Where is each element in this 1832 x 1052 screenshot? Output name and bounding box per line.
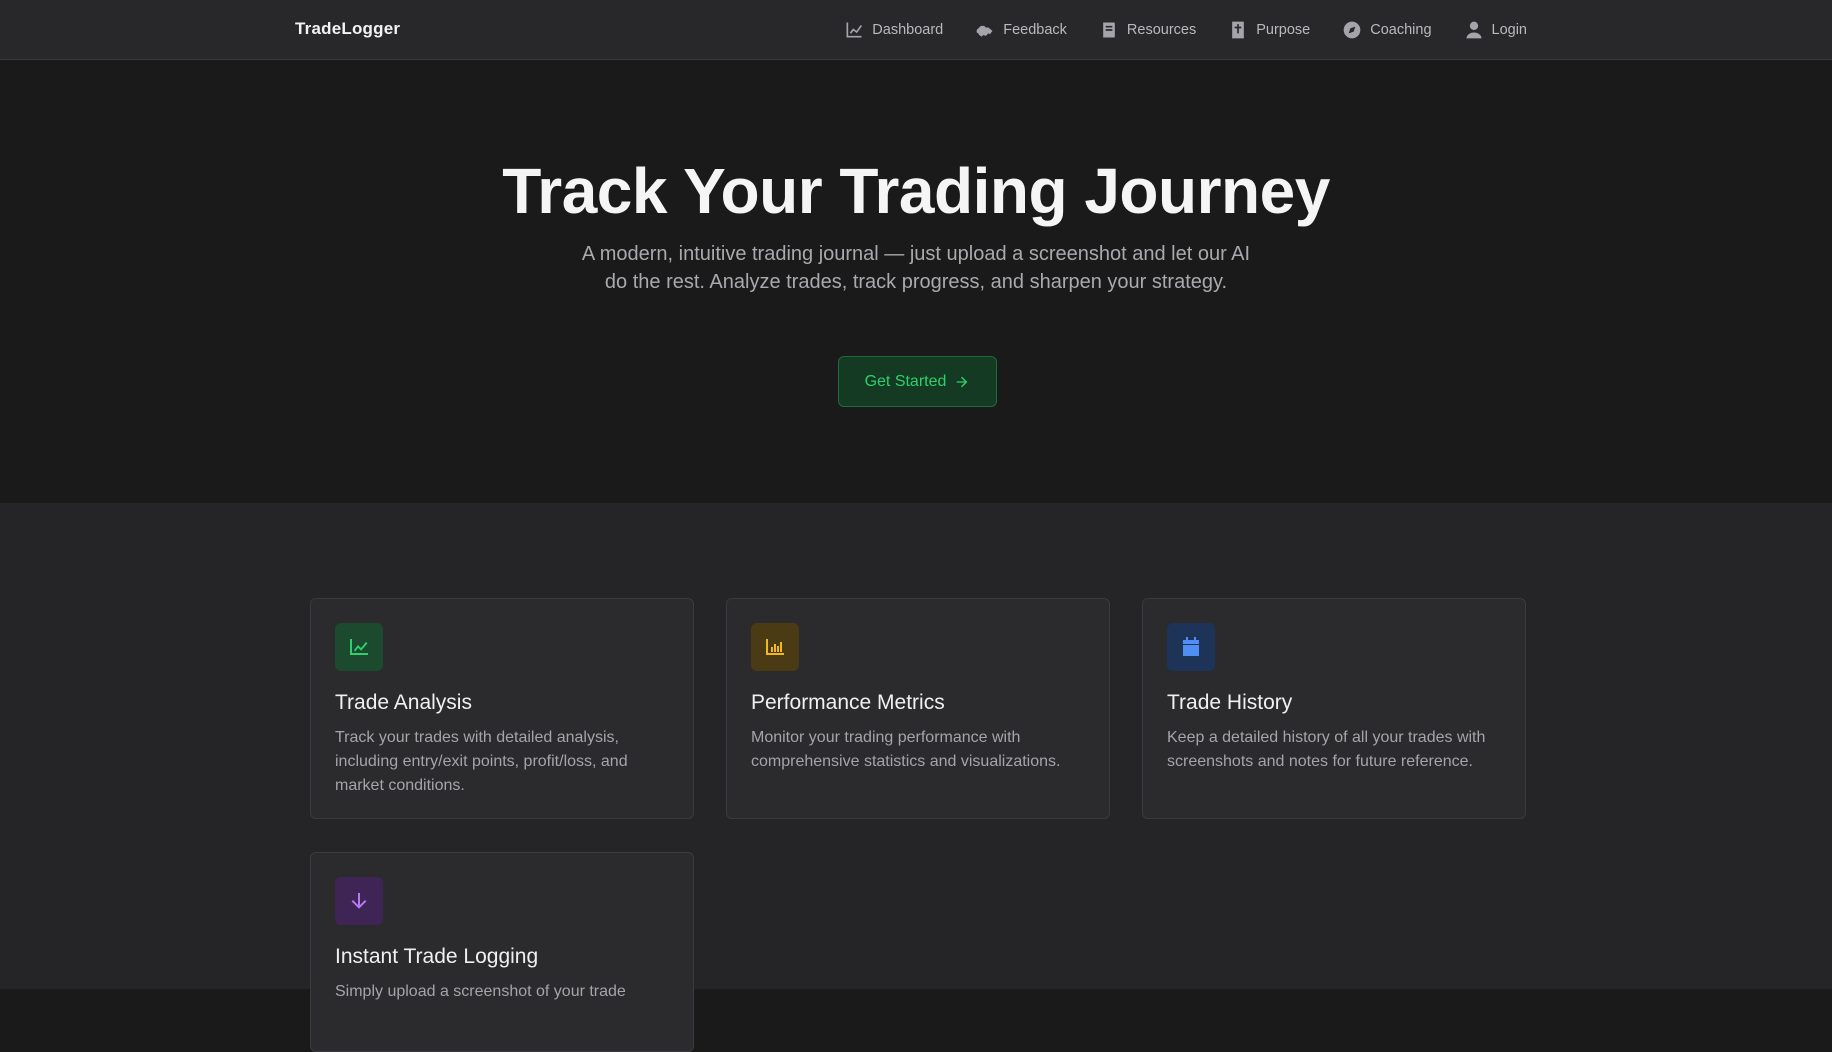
feature-card-trade-analysis: Trade Analysis Track your trades with de… [310,598,694,819]
brand-logo[interactable]: TradeLogger [295,19,400,39]
feature-description: Simply upload a screenshot of your trade [335,983,626,1000]
features-section: Trade Analysis Track your trades with de… [0,503,1832,1052]
chart-line-icon [844,20,864,40]
feature-card-trade-history: Trade History Keep a detailed history of… [1142,598,1526,819]
feature-description: Keep a detailed history of all your trad… [1167,729,1486,770]
hero-section: Track Your Trading Journey A modern, int… [0,60,1832,503]
feature-card-instant-trade-logging: Instant Trade Logging Simply upload a sc… [310,852,694,1052]
hero-subtitle: A modern, intuitive trading journal — ju… [581,243,1251,293]
user-icon [1464,20,1484,40]
nav-resources[interactable]: Resources [1099,20,1196,40]
nav-dashboard[interactable]: Dashboard [844,20,943,40]
nav-coaching[interactable]: Coaching [1342,20,1432,40]
book-icon [1099,20,1119,40]
hero-title: Track Your Trading Journey [502,155,1330,227]
arrow-down-icon [335,877,383,925]
feature-title: Trade History [1167,691,1293,714]
nav-purpose-label: Purpose [1256,21,1311,38]
compass-icon [1342,20,1362,40]
bar-chart-icon [751,623,799,671]
feature-card-performance-metrics: Performance Metrics Monitor your trading… [726,598,1110,819]
nav-coaching-label: Coaching [1370,21,1432,38]
calendar-icon [1167,623,1215,671]
nav-login[interactable]: Login [1464,20,1527,40]
feature-description: Monitor your trading performance with co… [751,729,1061,770]
feature-description: Track your trades with detailed analysis… [335,729,628,794]
feature-title: Instant Trade Logging [335,945,539,968]
arrow-right-icon [957,376,968,387]
get-started-button[interactable]: Get Started [838,356,997,407]
nav-feedback-label: Feedback [1003,21,1067,38]
nav-feedback[interactable]: Feedback [975,20,1067,40]
nav-menu: Dashboard Feedback Resources Purpose Coa… [844,0,1527,59]
feature-title: Performance Metrics [751,691,945,714]
top-navbar: TradeLogger Dashboard Feedback Resources… [0,0,1832,60]
nav-purpose[interactable]: Purpose [1228,20,1310,40]
nav-dashboard-label: Dashboard [872,21,944,38]
feature-title: Trade Analysis [335,691,472,714]
handshake-icon [975,20,995,40]
nav-login-label: Login [1491,21,1527,38]
get-started-label: Get Started [864,372,947,390]
trend-chart-icon [335,623,383,671]
bible-icon [1228,20,1248,40]
nav-resources-label: Resources [1126,21,1197,38]
